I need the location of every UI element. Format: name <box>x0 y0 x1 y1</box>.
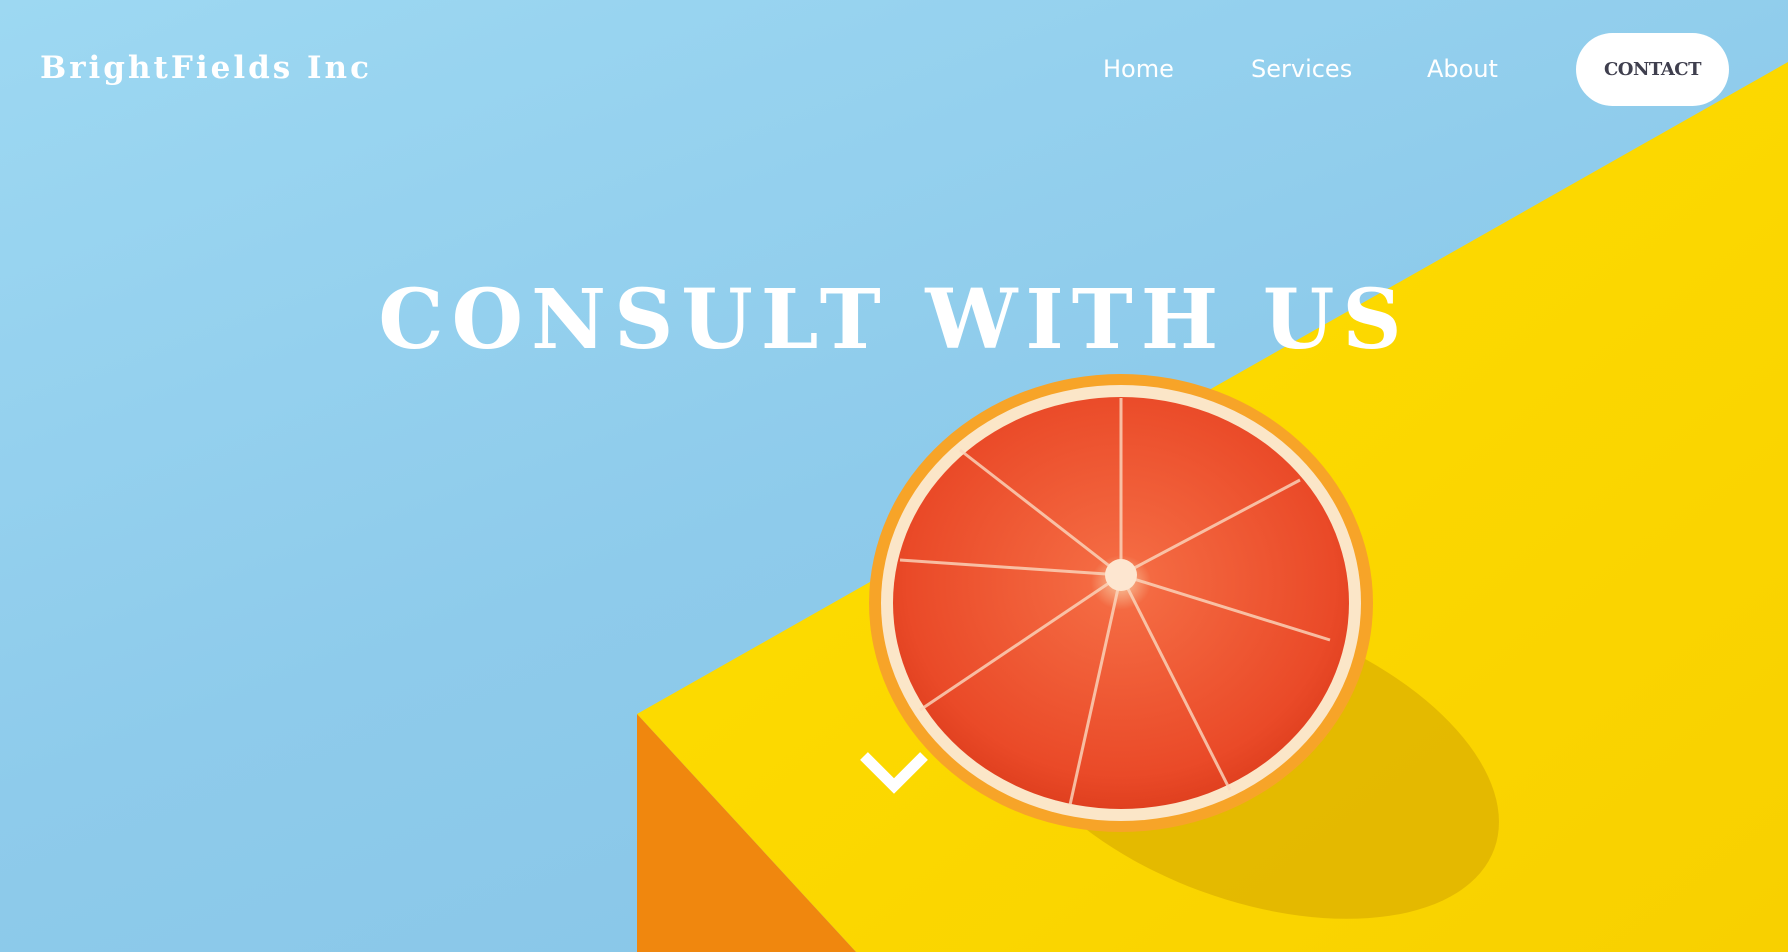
nav-about[interactable]: About <box>1427 54 1498 84</box>
nav-services[interactable]: Services <box>1251 54 1352 84</box>
hero-background-image <box>637 62 1788 952</box>
hero-section: BrightFields Inc Home Services About CON… <box>0 0 1788 952</box>
nav-home[interactable]: Home <box>1103 54 1174 84</box>
brand-logo[interactable]: BrightFields Inc <box>40 48 372 88</box>
contact-button[interactable]: CONTACT <box>1576 33 1729 106</box>
hero-heading: CONSULT WITH US <box>378 272 1410 368</box>
chevron-down-icon[interactable] <box>858 748 930 796</box>
